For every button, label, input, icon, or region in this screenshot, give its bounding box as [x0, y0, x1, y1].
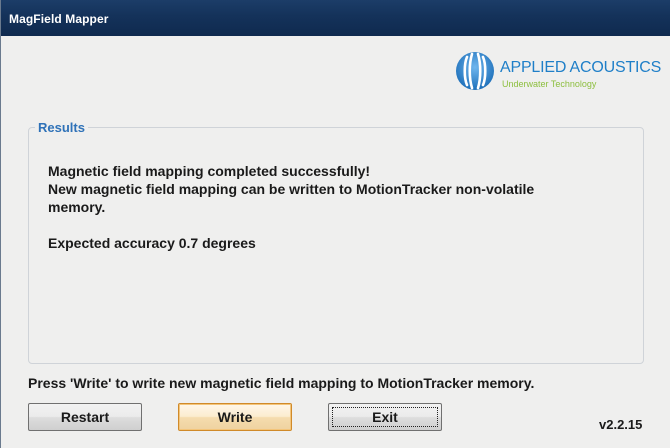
- title-bar[interactable]: MagField Mapper: [1, 0, 670, 36]
- window-title: MagField Mapper: [9, 12, 109, 26]
- write-button-label: Write: [217, 409, 253, 425]
- applied-acoustics-logo-icon: [456, 52, 494, 90]
- result-success-message: Magnetic field mapping completed success…: [48, 163, 371, 179]
- write-instruction: Press 'Write' to write new magnetic fiel…: [28, 375, 535, 391]
- logo-company-name: APPLIED ACOUSTICS: [500, 59, 662, 76]
- exit-button[interactable]: Exit: [328, 403, 442, 431]
- result-write-info-line1: New magnetic field mapping can be writte…: [48, 181, 535, 197]
- main-window: MagField Mapper APPLIED ACOUSTICS Underw…: [0, 0, 670, 448]
- restart-button-label: Restart: [60, 409, 110, 425]
- exit-button-label: Exit: [372, 409, 398, 425]
- results-legend: Results: [35, 120, 88, 135]
- version-label: v2.2.15: [599, 417, 643, 432]
- logo-tagline: Underwater Technology: [502, 79, 597, 89]
- restart-button[interactable]: Restart: [28, 403, 142, 431]
- result-write-info-line2: memory.: [48, 199, 106, 215]
- company-logo: APPLIED ACOUSTICS Underwater Technology: [453, 48, 668, 100]
- write-button[interactable]: Write: [178, 403, 292, 431]
- result-accuracy: Expected accuracy 0.7 degrees: [48, 235, 256, 251]
